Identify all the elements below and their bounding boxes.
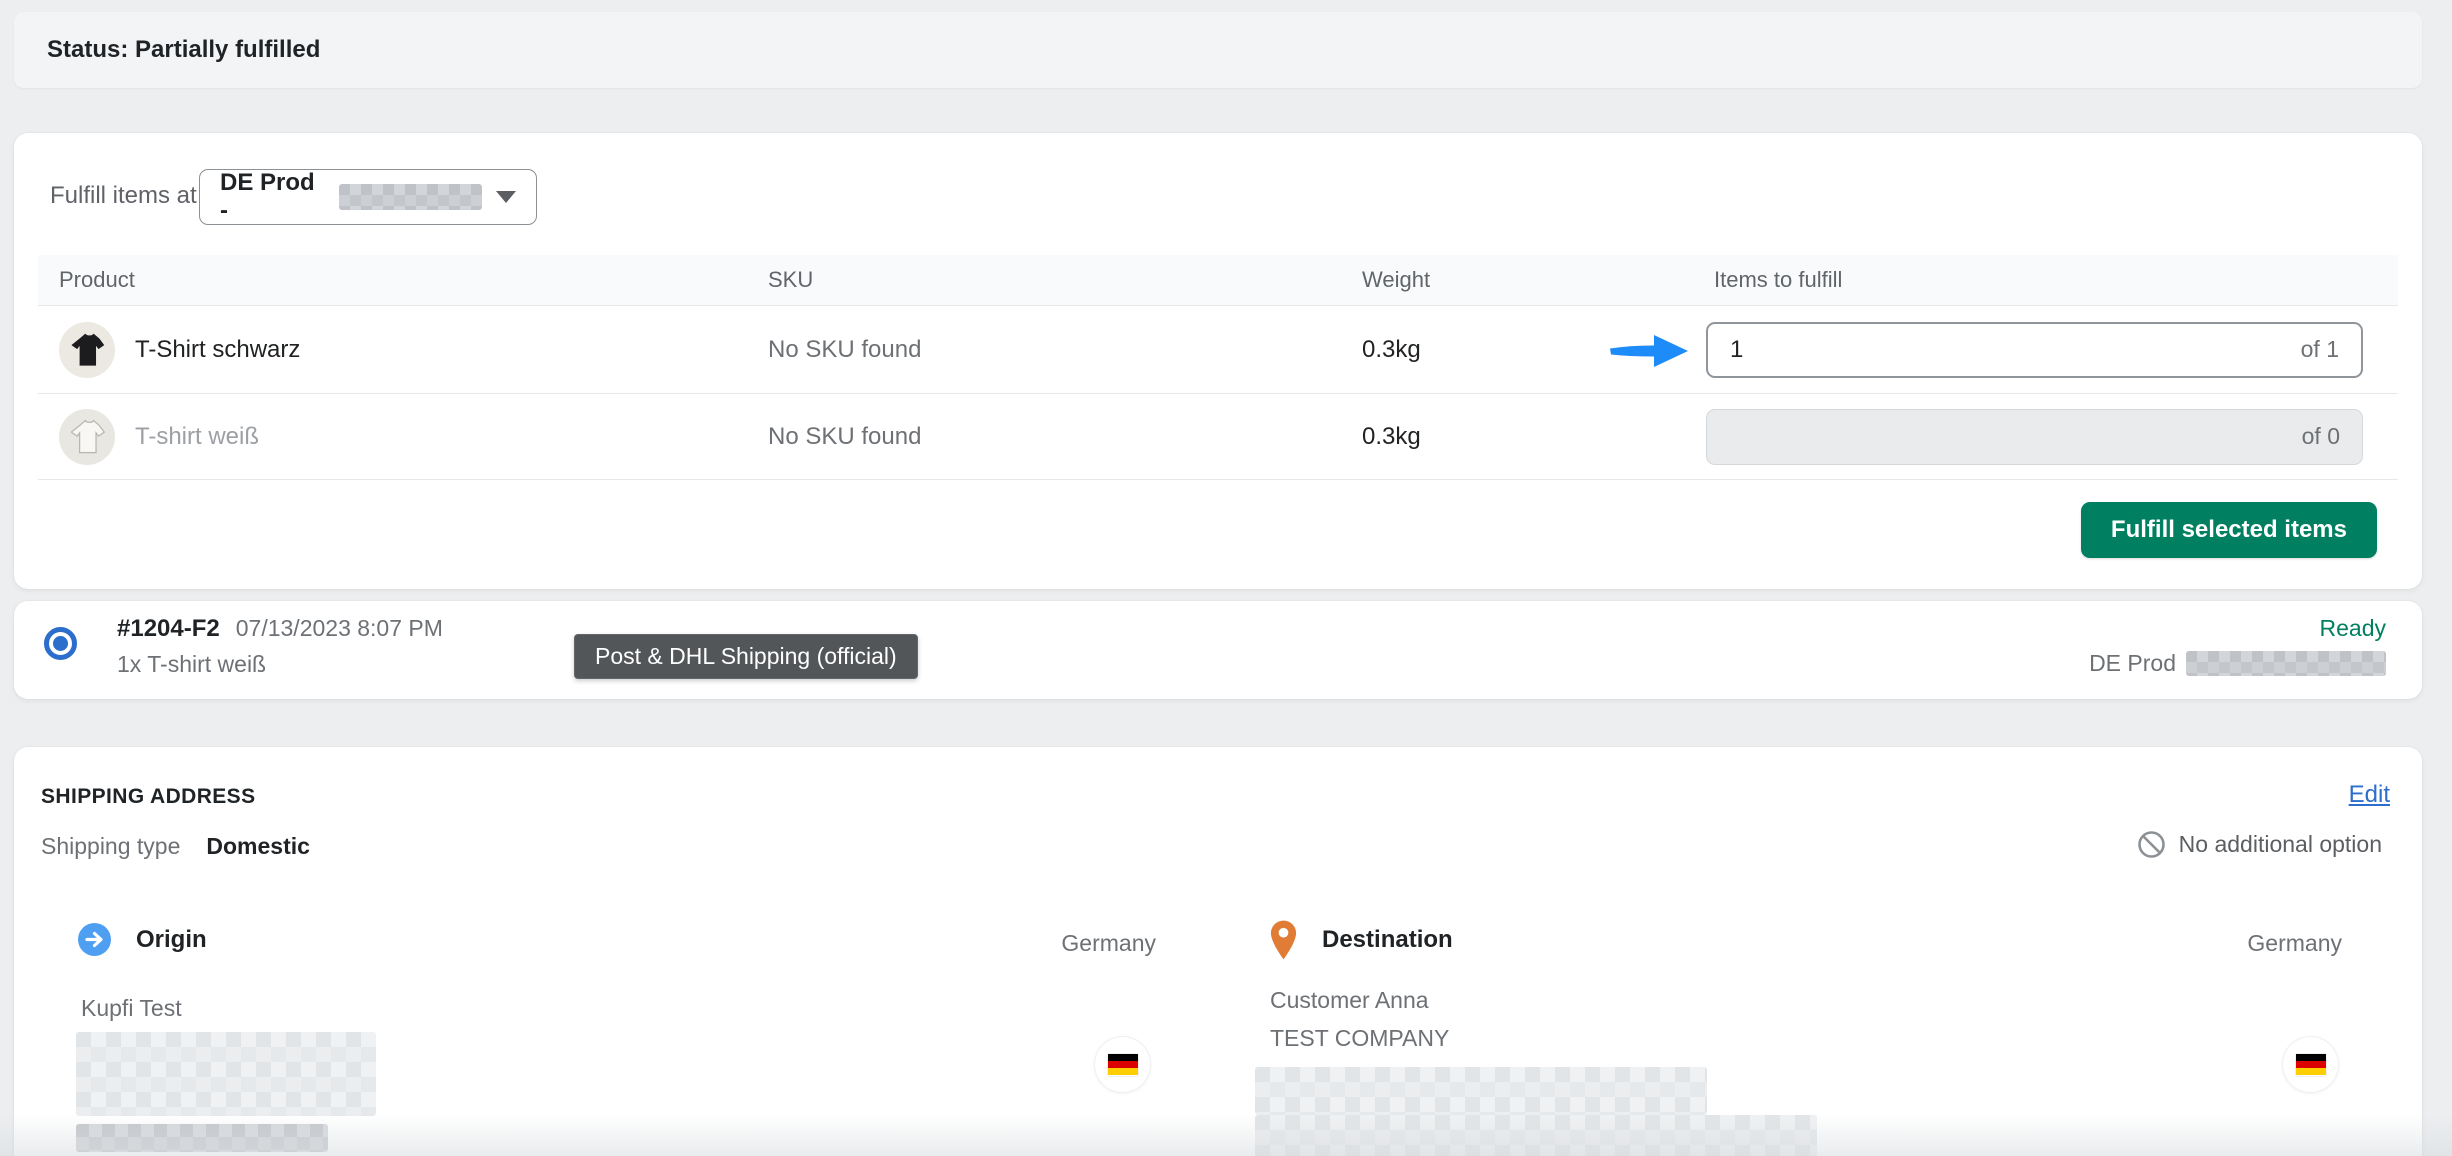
fulfillment-items-summary: 1x T-shirt weiß [117, 651, 267, 677]
destination-name: Customer Anna [1270, 987, 1429, 1013]
additional-option-text: No additional option [2178, 831, 2382, 857]
product-table-header: Product SKU Weight Items to fulfill [38, 255, 2398, 306]
fulfillment-id: #1204-F2 [117, 615, 220, 642]
shipping-address-card: SHIPPING ADDRESS Edit Shipping type Dome… [14, 747, 2422, 1156]
origin-name: Kupfi Test [81, 995, 182, 1021]
product-table: Product SKU Weight Items to fulfill T-Sh… [38, 255, 2398, 480]
destination-pin-icon [1270, 920, 1297, 960]
status-banner: Status: Partially fulfilled [14, 12, 2422, 88]
prohibition-icon [2137, 831, 2165, 858]
shipping-type-row: Shipping type Domestic [41, 833, 310, 860]
shipping-type-value: Domestic [206, 833, 310, 859]
product-cell: T-shirt weiß [38, 408, 747, 465]
fulfillment-radio[interactable] [44, 627, 77, 660]
fulfill-selected-items-button[interactable]: Fulfill selected items [2080, 502, 2377, 558]
fulfillment-entry-card: #1204-F2 07/13/2023 8:07 PM 1x T-shirt w… [14, 601, 2422, 699]
col-header-weight: Weight [1362, 267, 1431, 292]
fulfill-items-card: Fulfill items at: DE Prod - Product SKU … [14, 133, 2422, 589]
fulfillment-datetime: 07/13/2023 8:07 PM [235, 615, 443, 641]
quantity-input-box-disabled: of 0 [1706, 408, 2363, 465]
quantity-of-label: of 0 [2301, 423, 2340, 449]
shipping-address-title: SHIPPING ADDRESS [41, 785, 256, 808]
origin-title: Origin [136, 925, 207, 953]
quantity-of-label: of 1 [2300, 336, 2339, 362]
origin-address-redacted-block [76, 1032, 376, 1116]
fulfillment-entry-meta: Ready DE Prod [2089, 615, 2386, 677]
col-header-items-to-fulfill: Items to fulfill [1714, 267, 1843, 292]
origin-address-redacted-block [76, 1124, 328, 1152]
radio-dot-icon [53, 636, 68, 651]
tshirt-icon [70, 419, 106, 453]
fulfillment-location: DE Prod [2089, 650, 2176, 676]
table-row: T-Shirt schwarz No SKU found 0.3kg of 1 [38, 306, 2398, 394]
additional-option-indicator: No additional option [2136, 829, 2382, 860]
product-image-tshirt-schwarz [59, 321, 115, 378]
destination-header: Destination [1268, 918, 1453, 962]
weight-value: 0.3kg [1362, 422, 1421, 450]
destination-flag-germany-icon [2283, 1037, 2338, 1092]
sku-value: No SKU found [768, 422, 922, 450]
destination-company: TEST COMPANY [1270, 1025, 1450, 1051]
fulfill-at-label: Fulfill items at: [50, 182, 204, 209]
origin-header: Origin [78, 923, 207, 956]
destination-address-redacted-block [1255, 1067, 1707, 1115]
product-cell: T-Shirt schwarz [38, 321, 747, 378]
fulfillment-status-badge: Ready [2319, 615, 2386, 641]
quantity-input[interactable] [1730, 335, 2130, 364]
product-image-tshirt-weiss [59, 408, 115, 465]
items-to-fulfill-cell: of 0 [1693, 408, 2398, 465]
fulfillment-entry-text: #1204-F2 07/13/2023 8:07 PM 1x T-shirt w… [117, 615, 443, 678]
origin-country: Germany [1061, 930, 1156, 956]
destination-title: Destination [1322, 926, 1453, 953]
sku-value: No SKU found [768, 335, 922, 363]
location-dropdown-value: DE Prod - [220, 169, 315, 224]
shipping-type-label: Shipping type [41, 833, 181, 859]
col-header-sku: SKU [768, 267, 814, 292]
edit-address-link[interactable]: Edit [2349, 781, 2390, 809]
destination-country: Germany [2247, 930, 2342, 956]
chevron-down-icon [496, 191, 516, 203]
annotation-arrow-icon [1610, 335, 1688, 367]
destination-address-redacted-block [1255, 1115, 1817, 1156]
location-dropdown-redacted-block [338, 184, 482, 210]
fulfillment-page: Status: Partially fulfilled Fulfill item… [0, 0, 2452, 1156]
product-name: T-shirt weiß [135, 422, 260, 450]
status-banner-text: Status: Partially fulfilled [47, 36, 321, 63]
carrier-tooltip: Post & DHL Shipping (official) [574, 634, 918, 679]
table-row: T-shirt weiß No SKU found 0.3kg of 0 [38, 394, 2398, 480]
origin-flag-germany-icon [1095, 1037, 1150, 1092]
col-header-product: Product [59, 267, 135, 292]
tshirt-icon [71, 333, 105, 366]
product-name: T-Shirt schwarz [135, 335, 301, 363]
items-to-fulfill-cell: of 1 [1693, 321, 2398, 378]
quantity-input-box: of 1 [1706, 321, 2363, 378]
fulfillment-location-redacted-block [2186, 651, 2386, 676]
location-dropdown[interactable]: DE Prod - [199, 169, 537, 225]
origin-arrow-icon [78, 923, 111, 956]
